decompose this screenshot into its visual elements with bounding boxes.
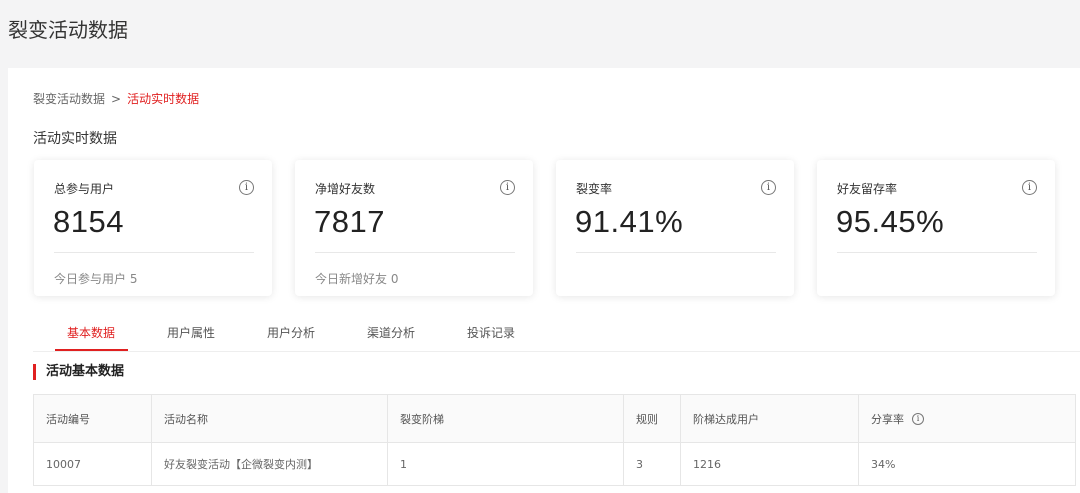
stat-card-net-friends: 净增好友数 i 7817 今日新增好友 0 — [295, 160, 533, 296]
column-header: 活动名称 — [151, 394, 388, 443]
table-cell: 1 — [387, 442, 624, 486]
info-icon[interactable]: i — [912, 412, 924, 425]
column-header: 活动编号 — [33, 394, 152, 443]
stat-card-total-users: 总参与用户 i 8154 今日参与用户 5 — [34, 160, 272, 296]
card-label: 净增好友数 — [315, 182, 376, 196]
column-header-label: 分享率 — [871, 412, 904, 426]
card-value: 8154 — [53, 204, 124, 239]
table-cell: 34% — [858, 442, 1076, 486]
column-header: 阶梯达成用户 — [680, 394, 859, 443]
card-sub: 今日参与用户 5 — [54, 272, 138, 286]
column-header: 规则 — [623, 394, 681, 443]
breadcrumb-separator: > — [111, 92, 122, 106]
tab-channel-analysis[interactable]: 渠道分析 — [367, 324, 415, 341]
card-label: 裂变率 — [576, 182, 613, 196]
table-cell: 1216 — [680, 442, 859, 486]
card-divider — [837, 252, 1037, 253]
tab-user-analysis[interactable]: 用户分析 — [267, 324, 315, 341]
info-icon[interactable]: i — [1022, 180, 1037, 195]
stat-card-retention-rate: 好友留存率 i 95.45% — [817, 160, 1055, 296]
breadcrumb: 裂变活动数据 > 活动实时数据 — [33, 90, 199, 107]
card-divider — [576, 252, 776, 253]
active-tab-indicator — [55, 349, 128, 351]
card-divider — [54, 252, 254, 253]
section-title: 活动实时数据 — [33, 131, 117, 147]
table-cell: 好友裂变活动【企微裂变内测】 — [151, 442, 388, 486]
card-sub: 今日新增好友 0 — [315, 272, 399, 286]
info-icon[interactable]: i — [239, 180, 254, 195]
card-value: 7817 — [314, 204, 385, 239]
page-header: 裂变活动数据 — [0, 0, 1080, 66]
table-cell: 3 — [623, 442, 681, 486]
tab-user-attributes[interactable]: 用户属性 — [167, 324, 215, 341]
info-icon[interactable]: i — [761, 180, 776, 195]
table-cell: 10007 — [33, 442, 152, 486]
card-value: 95.45% — [836, 204, 945, 239]
breadcrumb-current: 活动实时数据 — [127, 92, 200, 106]
page-title: 裂变活动数据 — [8, 18, 128, 42]
card-divider — [315, 252, 515, 253]
card-label: 好友留存率 — [837, 182, 898, 196]
card-value: 91.41% — [575, 204, 684, 239]
table-title: 活动基本数据 — [33, 364, 124, 380]
info-icon[interactable]: i — [500, 180, 515, 195]
tab-basic-data[interactable]: 基本数据 — [67, 324, 115, 341]
stat-card-fission-rate: 裂变率 i 91.41% — [556, 160, 794, 296]
table-row: 10007 好友裂变活动【企微裂变内测】 1 3 1216 34% — [33, 442, 1076, 486]
column-header-share-rate: 分享率 i — [858, 394, 1076, 443]
tab-bar: 基本数据 用户属性 用户分析 渠道分析 投诉记录 — [33, 316, 1080, 352]
breadcrumb-parent-link[interactable]: 裂变活动数据 — [33, 92, 105, 106]
table-header-row: 活动编号 活动名称 裂变阶梯 规则 阶梯达成用户 分享率 i — [33, 394, 1076, 443]
main-content: 裂变活动数据 > 活动实时数据 活动实时数据 总参与用户 i 8154 今日参与用户… — [8, 68, 1080, 493]
column-header: 裂变阶梯 — [387, 394, 624, 443]
card-label: 总参与用户 — [54, 182, 115, 196]
activity-data-table: 活动编号 活动名称 裂变阶梯 规则 阶梯达成用户 分享率 i 10007 好友裂… — [33, 394, 1076, 486]
tab-complaint-records[interactable]: 投诉记录 — [467, 324, 515, 341]
